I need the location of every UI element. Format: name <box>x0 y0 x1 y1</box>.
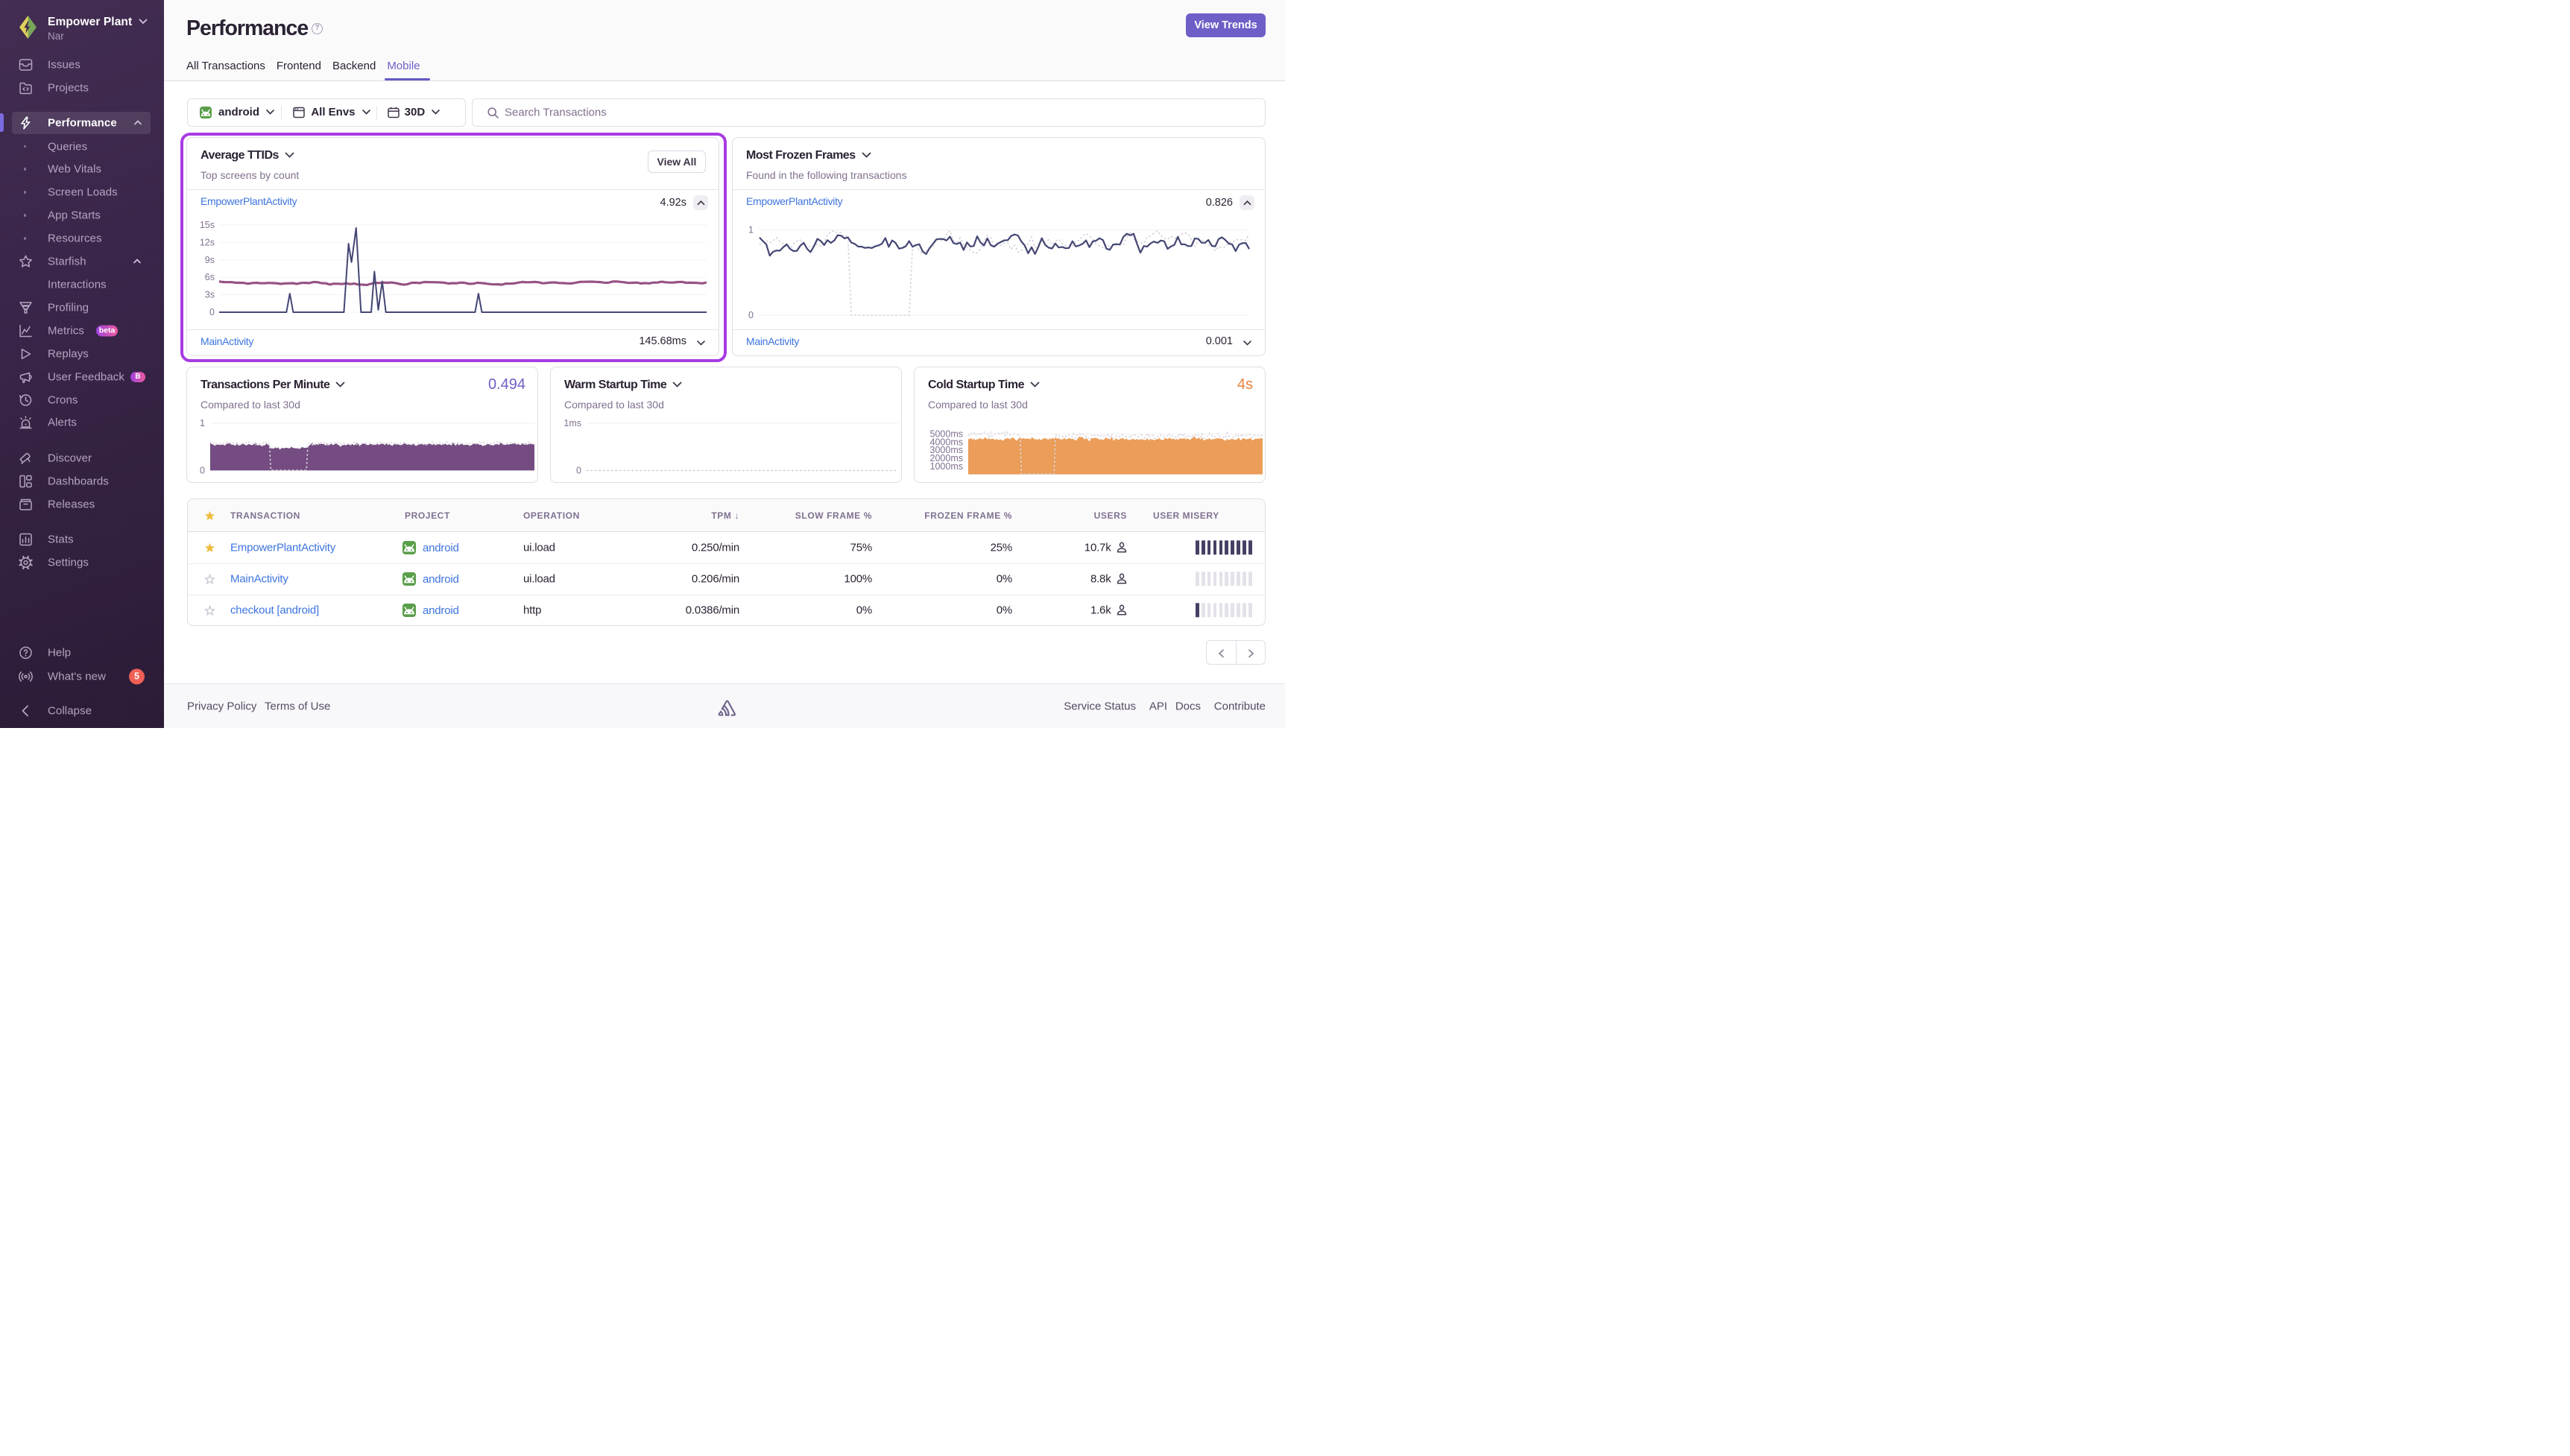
svg-text:12s: 12s <box>200 237 215 247</box>
svg-text:9s: 9s <box>205 255 215 265</box>
svg-text:1ms: 1ms <box>563 418 581 428</box>
svg-text:3s: 3s <box>205 290 215 300</box>
svg-text:0: 0 <box>748 310 754 320</box>
svg-text:1: 1 <box>748 225 754 235</box>
svg-text:15s: 15s <box>200 221 215 230</box>
svg-text:0: 0 <box>200 465 205 475</box>
svg-text:0: 0 <box>576 465 581 475</box>
svg-text:1: 1 <box>200 418 205 428</box>
svg-text:1000ms: 1000ms <box>930 461 963 472</box>
svg-text:6s: 6s <box>205 272 215 282</box>
svg-text:0: 0 <box>209 307 215 317</box>
